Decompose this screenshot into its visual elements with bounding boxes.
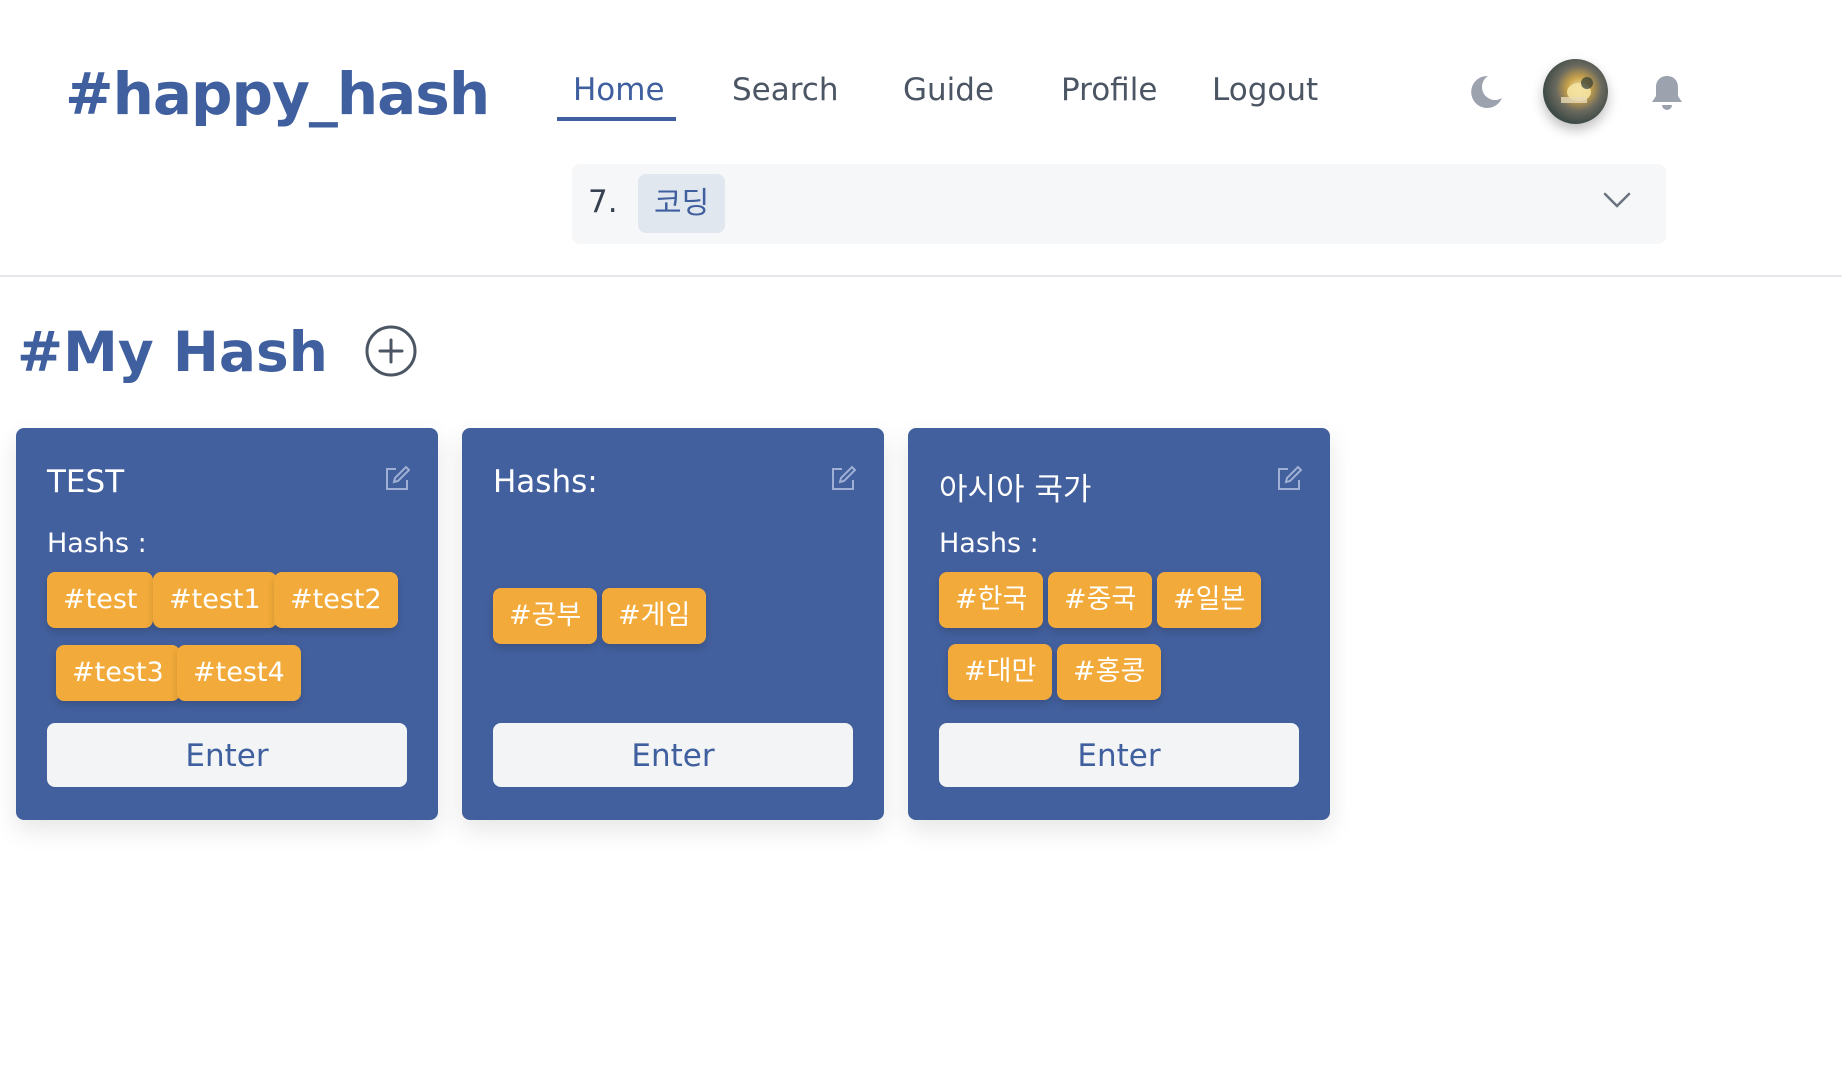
chevron-down-icon[interactable] [1602, 190, 1632, 210]
nav-profile[interactable]: Profile [1061, 72, 1157, 108]
hash-tag[interactable]: #홍콩 [1057, 644, 1162, 700]
hash-card: Hashs: #공부 #게임 Enter [462, 428, 884, 820]
nav-logout[interactable]: Logout [1212, 72, 1318, 108]
nav-guide[interactable]: Guide [903, 72, 994, 108]
hash-tag[interactable]: #대만 [948, 644, 1053, 700]
hash-card: 아시아 국가 Hashs : #한국 #중국 #일본 #대만 #홍콩 Enter [908, 428, 1330, 820]
card-title: Hashs: [493, 464, 598, 500]
hash-tag[interactable]: #test1 [153, 572, 277, 628]
avatar[interactable] [1543, 59, 1608, 124]
edit-icon[interactable] [382, 464, 412, 494]
page-title: #My Hash [17, 320, 328, 384]
nav-home[interactable]: Home [573, 72, 665, 108]
select-number: 7. [588, 184, 618, 220]
hash-tag[interactable]: #게임 [602, 588, 707, 644]
enter-button[interactable]: Enter [939, 723, 1299, 787]
hashs-label: Hashs : [939, 528, 1039, 559]
hash-tag[interactable]: #중국 [1048, 572, 1153, 628]
hash-tag[interactable]: #test [47, 572, 154, 628]
hash-card: TEST Hashs : #test #test1 #test2 #test3 … [16, 428, 438, 820]
selected-chip: 코딩 [638, 174, 726, 233]
edit-icon[interactable] [1274, 464, 1304, 494]
hash-tag[interactable]: #test4 [177, 645, 301, 701]
nav-active-underline [557, 117, 676, 121]
hash-tag[interactable]: #test2 [274, 572, 398, 628]
brand-logo[interactable]: #happy_hash [65, 60, 490, 128]
card-title: 아시아 국가 [939, 472, 1092, 508]
edit-icon[interactable] [828, 464, 858, 494]
hash-tag[interactable]: #공부 [493, 588, 598, 644]
hash-tag[interactable]: #일본 [1157, 572, 1262, 628]
enter-button[interactable]: Enter [47, 723, 407, 787]
bell-icon[interactable] [1650, 74, 1684, 112]
hash-group-select[interactable]: 7. 코딩 [572, 164, 1666, 244]
card-title: TEST [47, 464, 125, 500]
hash-tag[interactable]: #한국 [939, 572, 1044, 628]
nav-search[interactable]: Search [732, 72, 839, 108]
add-hash-button[interactable] [364, 324, 418, 378]
moon-icon[interactable] [1466, 72, 1506, 112]
hashs-label: Hashs : [47, 528, 147, 559]
enter-button[interactable]: Enter [493, 723, 853, 787]
hash-tag[interactable]: #test3 [56, 645, 180, 701]
top-header: #happy_hash Home Search Guide Profile Lo… [0, 0, 1842, 277]
